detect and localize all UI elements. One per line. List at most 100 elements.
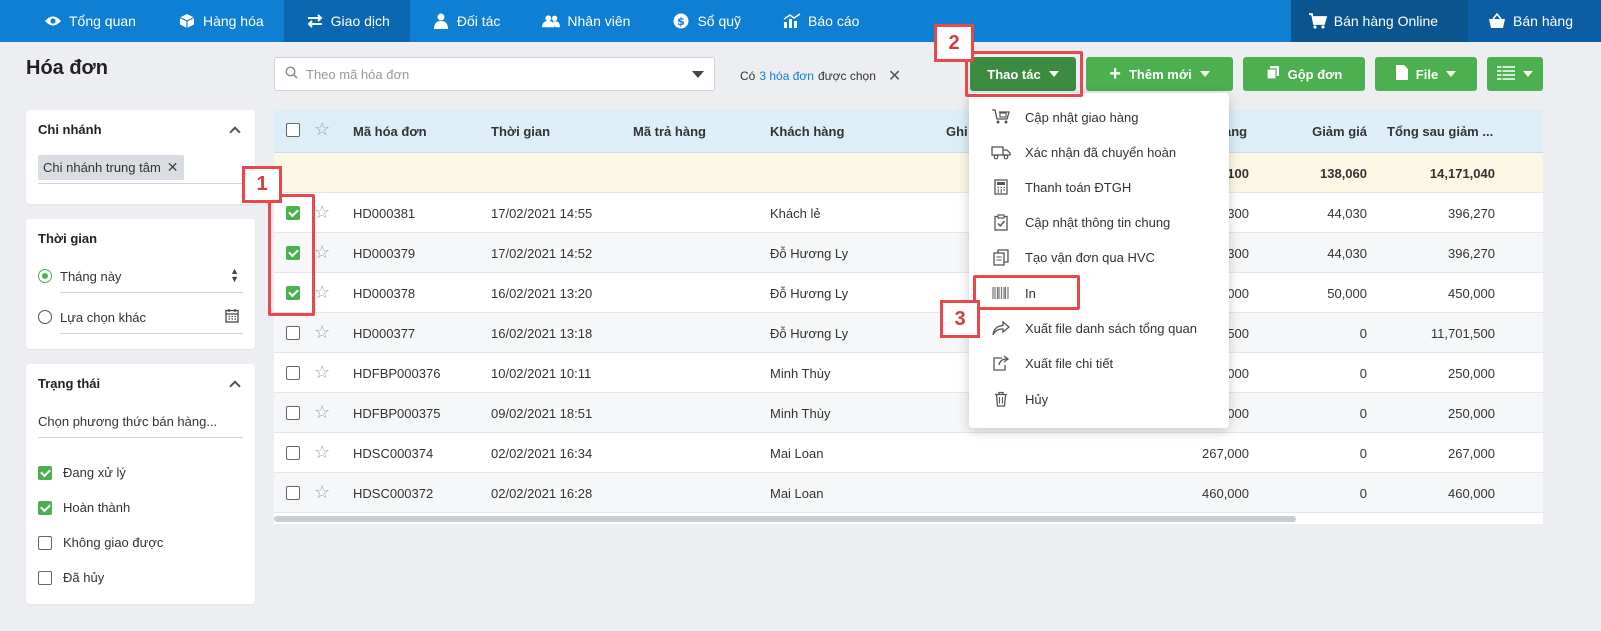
invoice-search-input[interactable]: Theo mã hóa đơn xyxy=(274,57,715,91)
star-icon[interactable]: ☆ xyxy=(314,283,330,301)
caret-down-icon xyxy=(1446,71,1457,77)
branch-tag-field[interactable]: Chi nhánh trung tâm ✕ xyxy=(38,155,243,184)
col-total-after-discount[interactable]: Tổng sau giảm ... xyxy=(1387,124,1493,139)
col-time[interactable]: Thời gian xyxy=(491,124,550,139)
sort-arrows-icon[interactable]: ▲ ▼ xyxy=(230,267,239,284)
invoice-code[interactable]: HD000378 xyxy=(353,286,415,301)
star-icon[interactable]: ☆ xyxy=(314,443,330,461)
nav-overview[interactable]: Tổng quan xyxy=(0,0,156,42)
radio-checked-icon[interactable] xyxy=(38,269,52,283)
col-customer[interactable]: Khách hàng xyxy=(770,124,844,139)
col-discount[interactable]: Giảm giá xyxy=(1312,124,1367,139)
menu-confirm-return[interactable]: Xác nhận đã chuyển hoàn xyxy=(991,142,1176,162)
branch-tag-label: Chi nhánh trung tâm xyxy=(43,160,161,175)
annotation-badge-1: 1 xyxy=(242,166,282,203)
checkbox-unchecked-icon[interactable] xyxy=(38,535,52,550)
star-icon[interactable]: ☆ xyxy=(314,243,330,261)
menu-export-detail[interactable]: Xuất file chi tiết xyxy=(991,353,1113,373)
star-icon[interactable]: ☆ xyxy=(314,483,330,501)
nav-partners[interactable]: Đối tác xyxy=(410,0,521,42)
sales-method-select[interactable]: Chọn phương thức bán hàng... xyxy=(38,414,243,438)
nav-sales[interactable]: Bán hàng xyxy=(1468,0,1601,42)
checkbox-unchecked-icon[interactable] xyxy=(286,486,300,500)
time-option-custom[interactable]: Lựa chọn khác xyxy=(38,308,243,334)
checkbox-unchecked-icon[interactable] xyxy=(286,446,300,460)
nav-staff[interactable]: Nhân viên xyxy=(520,0,650,42)
invoice-code[interactable]: HD000377 xyxy=(353,326,415,341)
status-option-processing[interactable]: Đang xử lý xyxy=(38,465,126,480)
table-row[interactable]: ☆ HD000381 17/02/2021 14:55 Khách lẻ 300 44,0… xyxy=(274,193,1543,233)
nav-transactions[interactable]: Giao dịch xyxy=(283,0,410,42)
close-icon[interactable]: ✕ xyxy=(167,159,179,176)
time-custom-field[interactable]: Lựa chọn khác xyxy=(60,308,243,334)
star-icon[interactable]: ☆ xyxy=(314,363,330,381)
col-note[interactable]: Ghi xyxy=(946,124,968,139)
star-icon[interactable]: ☆ xyxy=(314,203,330,221)
star-icon[interactable]: ☆ xyxy=(314,120,330,138)
menu-export-overview[interactable]: Xuất file danh sách tổng quan xyxy=(991,318,1197,338)
checkbox-checked-icon[interactable] xyxy=(38,465,52,480)
table-row[interactable]: ☆ HDSC000372 02/02/2021 16:28 Mai Loan 460,0… xyxy=(274,473,1543,513)
status-cancelled-label: Đã hủy xyxy=(63,570,105,585)
time-this-month-field[interactable]: Tháng này ▲ ▼ xyxy=(60,267,243,293)
invoice-code[interactable]: HDFBP000376 xyxy=(353,366,440,381)
chevron-up-icon[interactable] xyxy=(229,126,241,138)
checkbox-unchecked-icon[interactable] xyxy=(38,570,52,585)
file-button[interactable]: File xyxy=(1375,57,1477,91)
annotation-badge-3: 3 xyxy=(940,300,980,338)
col-return-code[interactable]: Mã trả hàng xyxy=(633,124,706,139)
invoice-code[interactable]: HD000379 xyxy=(353,246,415,261)
branch-filter-header[interactable]: Chi nhánh xyxy=(26,110,255,138)
table-row[interactable]: ☆ HDSC000374 02/02/2021 16:34 Mai Loan 267,0… xyxy=(274,433,1543,473)
calendar-icon[interactable] xyxy=(225,308,239,326)
caret-down-icon[interactable] xyxy=(692,70,704,78)
radio-unchecked-icon[interactable] xyxy=(38,310,52,324)
status-option-undeliverable[interactable]: Không giao được xyxy=(38,535,163,550)
checkbox-unchecked-icon[interactable] xyxy=(286,406,300,420)
invoice-code[interactable]: HDSC000372 xyxy=(353,486,433,501)
menu-create-waybill[interactable]: Tạo vận đơn qua HVC xyxy=(991,247,1155,267)
time-option-this-month[interactable]: Tháng này ▲ ▼ xyxy=(38,267,243,293)
table-row[interactable]: ☆ HDFBP000375 09/02/2021 18:51 Minh Thùy 000… xyxy=(274,393,1543,433)
status-completed-label: Hoàn thành xyxy=(63,500,131,515)
invoice-code[interactable]: HDSC000374 xyxy=(353,446,433,461)
nav-online-sales[interactable]: Bán hàng Online xyxy=(1290,0,1469,42)
menu-update-delivery[interactable]: Cập nhật giao hàng xyxy=(991,107,1138,127)
total-after-discount: 267,000 xyxy=(1448,446,1495,461)
menu-pay-partner[interactable]: Thanh toán ĐTGH xyxy=(991,177,1131,197)
status-option-cancelled[interactable]: Đã hủy xyxy=(38,570,104,585)
invoice-time: 17/02/2021 14:55 xyxy=(491,206,593,221)
nav-overview-label: Tổng quan xyxy=(69,13,136,29)
checkbox-unchecked-icon[interactable] xyxy=(286,366,300,380)
merge-orders-button[interactable]: Gộp đơn xyxy=(1243,57,1365,91)
add-new-button[interactable]: + Thêm mới xyxy=(1086,57,1233,91)
nav-reports[interactable]: Báo cáo xyxy=(761,0,879,42)
table-row[interactable]: ☆ HD000378 16/02/2021 13:20 Đỗ Hương Ly 000 5… xyxy=(274,273,1543,313)
checkbox-unchecked-icon[interactable] xyxy=(286,326,300,340)
selection-count-link[interactable]: 3 hóa đơn xyxy=(759,69,814,83)
nav-cashbook[interactable]: $ Sổ quỹ xyxy=(650,0,761,42)
annotation-box-print xyxy=(973,275,1080,310)
menu-update-info[interactable]: Cập nhật thông tin chung xyxy=(991,212,1170,232)
select-all-checkbox[interactable] xyxy=(286,123,300,137)
table-row[interactable]: ☆ HD000377 16/02/2021 13:18 Đỗ Hương Ly 500 0… xyxy=(274,313,1543,353)
nav-products[interactable]: Hàng hóa xyxy=(156,0,284,42)
status-filter-header[interactable]: Trạng thái xyxy=(26,364,255,392)
status-option-completed[interactable]: Hoàn thành xyxy=(38,500,130,515)
chevron-up-icon[interactable] xyxy=(229,380,241,392)
invoice-code[interactable]: HD000381 xyxy=(353,206,415,221)
table-row[interactable]: ☆ HDFBP000376 10/02/2021 10:11 Minh Thùy 000… xyxy=(274,353,1543,393)
column-view-button[interactable] xyxy=(1487,57,1543,91)
menu-update-info-label: Cập nhật thông tin chung xyxy=(1025,214,1171,230)
page-title: Hóa đơn xyxy=(26,57,108,79)
table-row[interactable]: ☆ HD000379 17/02/2021 14:52 Đỗ Hương Ly 300 4… xyxy=(274,233,1543,273)
col-invoice-code[interactable]: Mã hóa đơn xyxy=(353,124,427,139)
invoice-code[interactable]: HDFBP000375 xyxy=(353,406,440,421)
horizontal-scrollbar[interactable] xyxy=(274,516,1296,522)
star-icon[interactable]: ☆ xyxy=(314,403,330,421)
checkbox-checked-icon[interactable] xyxy=(38,500,52,515)
star-icon[interactable]: ☆ xyxy=(314,323,330,341)
menu-cancel[interactable]: Hủy xyxy=(991,389,1048,409)
annotation-box-checkboxes xyxy=(268,194,315,316)
clear-selection-icon[interactable]: ✕ xyxy=(888,66,901,86)
